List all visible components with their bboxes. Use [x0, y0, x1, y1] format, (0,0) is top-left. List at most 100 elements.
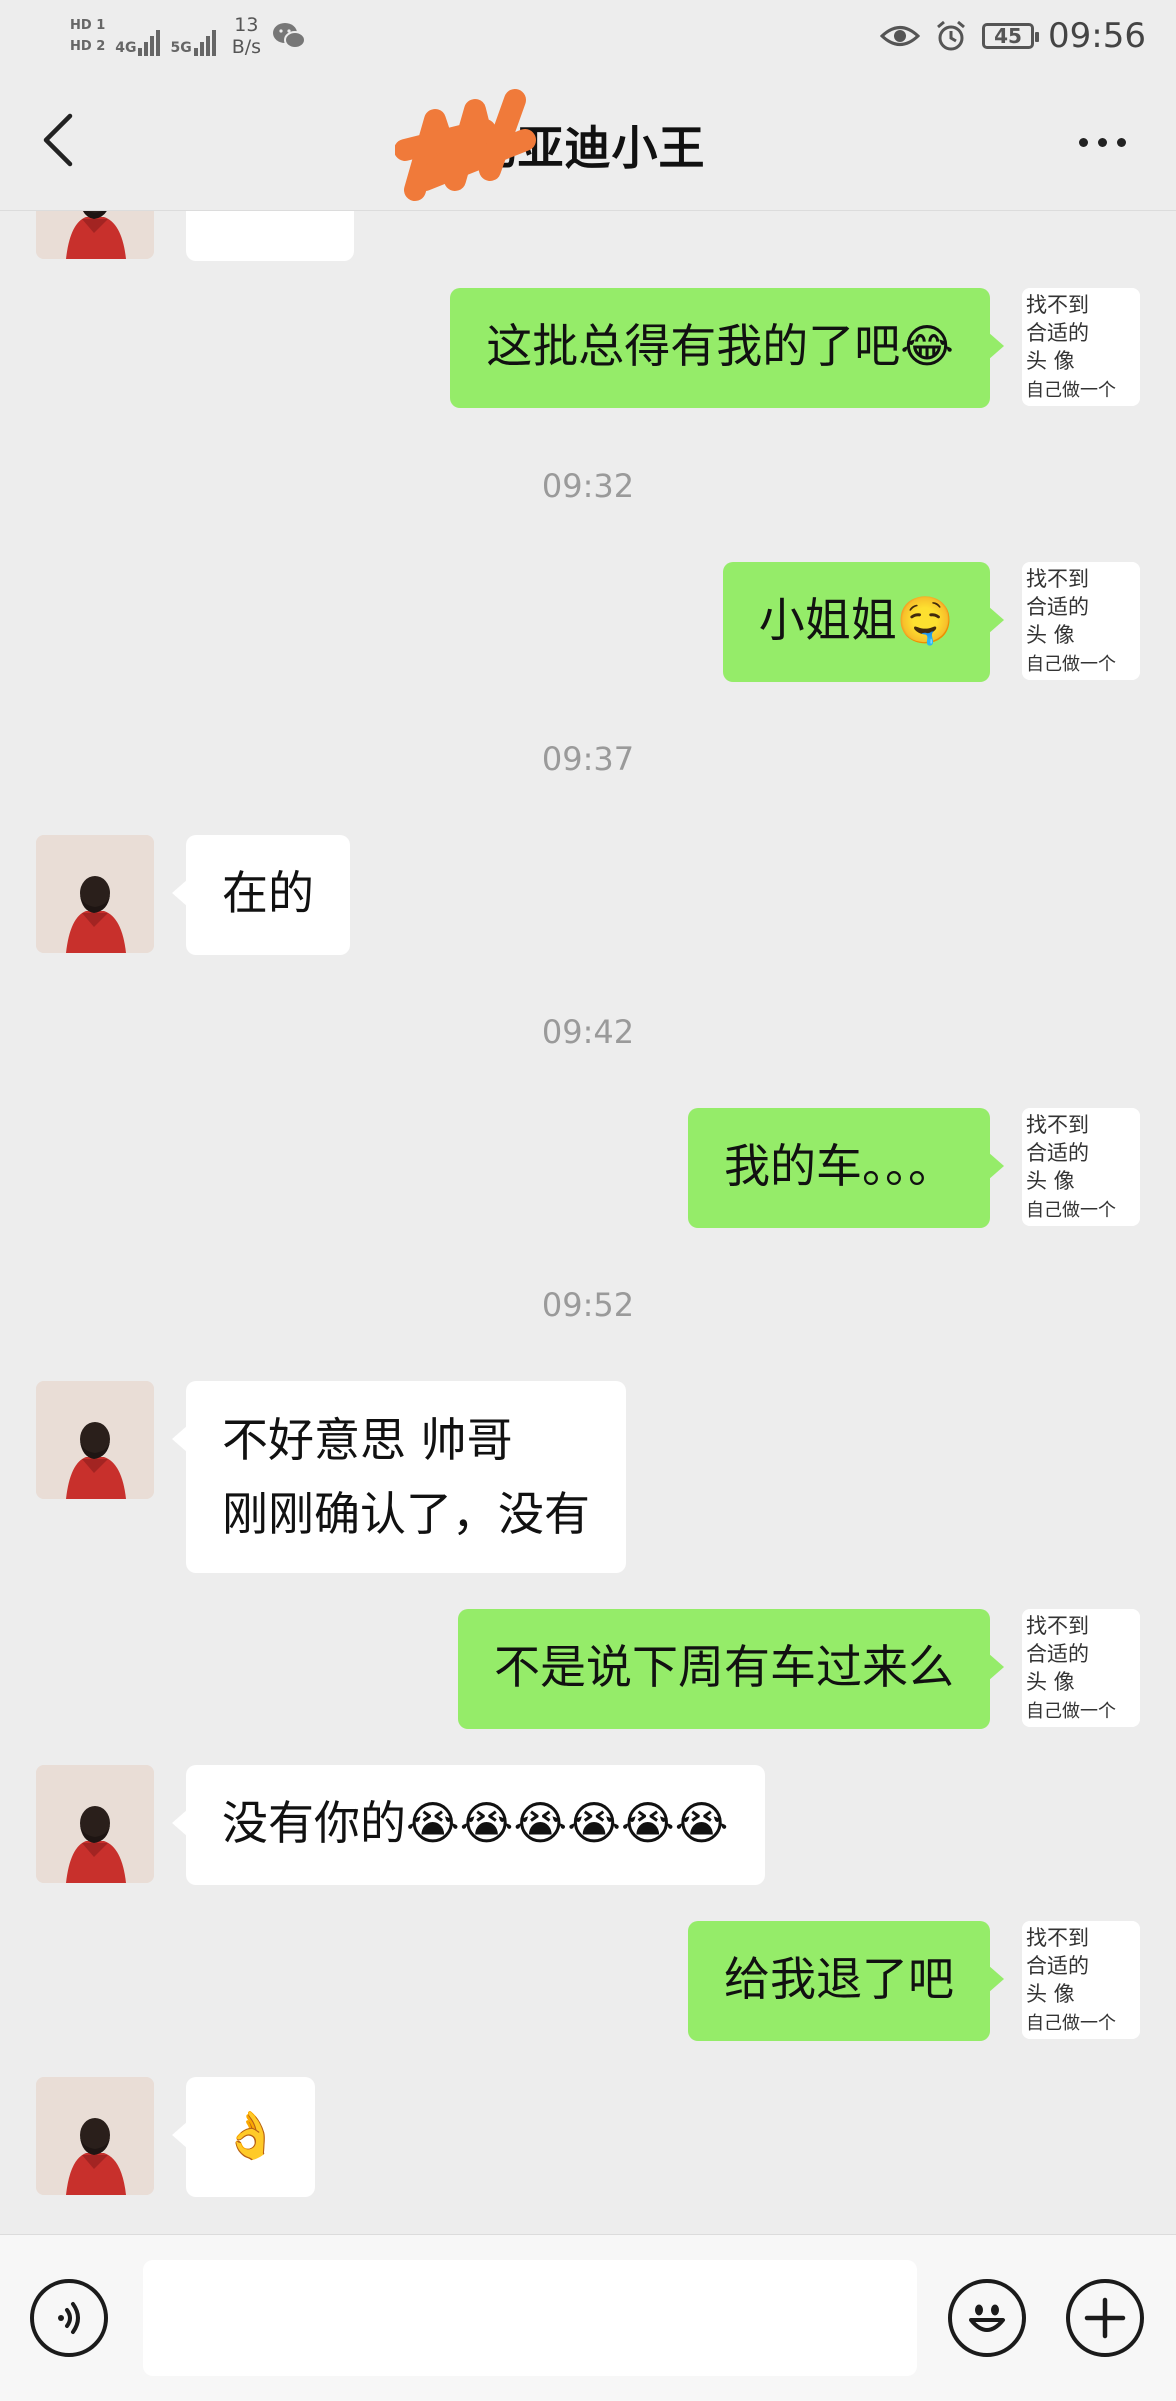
status-left: HD 1 HD 2 4G 5G 13 B/s	[70, 8, 307, 64]
message-text: 我的车。。。	[724, 1139, 954, 1193]
svg-text:合适的: 合适的	[1026, 595, 1089, 619]
contact-avatar[interactable]	[36, 835, 154, 953]
my-message-bubble[interactable]: 不是说下周有车过来么	[458, 1609, 1004, 1729]
voice-button[interactable]	[30, 2279, 108, 2357]
chat-header: 比亚迪小王	[0, 70, 1176, 211]
timestamp: 09:42	[541, 1013, 635, 1051]
contact-message-bubble[interactable]: 不好意思 帅哥 刚刚确认了，没有	[172, 1381, 626, 1573]
svg-text:合适的: 合适的	[1026, 321, 1089, 345]
battery-icon: 45	[982, 23, 1040, 49]
message-input[interactable]	[143, 2260, 917, 2376]
signal-bars-icon	[193, 30, 216, 56]
status-right: 45 09:56	[880, 12, 1146, 60]
sim1-badge: HD 1	[70, 18, 106, 33]
timestamp: 09:32	[541, 467, 635, 505]
contact-message-bubble[interactable]: 在的	[172, 835, 350, 955]
eye-icon	[880, 26, 921, 46]
contact-avatar[interactable]	[36, 211, 154, 259]
svg-text:找不到: 找不到	[1026, 567, 1089, 591]
signal-bars-icon	[138, 30, 161, 56]
network-2-label: 5G	[170, 40, 192, 56]
battery-level: 45	[994, 24, 1022, 48]
my-message-bubble[interactable]: 我的车。。。	[688, 1108, 1004, 1228]
net-speed: 13 B/s	[232, 14, 261, 58]
more-dot	[1116, 137, 1126, 147]
svg-text:合适的: 合适的	[1026, 1954, 1089, 1978]
handwritten-avatar-image: 找不到合适的头 像自己做一个	[1022, 1108, 1140, 1226]
input-bar	[0, 2234, 1176, 2401]
contact-avatar[interactable]	[36, 2077, 154, 2195]
svg-text:找不到: 找不到	[1026, 1926, 1089, 1950]
more-dots-icon	[1078, 137, 1088, 147]
more-options-button[interactable]	[1062, 120, 1142, 164]
more-functions-button[interactable]	[1066, 2279, 1144, 2357]
emoji-button[interactable]	[948, 2279, 1026, 2357]
contact-avatar[interactable]	[36, 1765, 154, 1883]
my-message-bubble[interactable]: 给我退了吧	[688, 1921, 1004, 2041]
message-text: 在的	[222, 866, 314, 920]
message-list[interactable]: 这批总得有我的了吧😂 找不到 合适的头 像自己做一个 09:32 小姐姐🤤 找不到…	[0, 211, 1176, 2233]
svg-text:找不到: 找不到	[1026, 1113, 1089, 1137]
signal-2: 5G	[170, 16, 216, 56]
svg-text:自己做一个: 自己做一个	[1026, 2013, 1116, 2034]
message-text-line: 不好意思 帅哥	[222, 1413, 513, 1467]
handwritten-avatar-image: 找不到合适的头 像自己做一个	[1022, 562, 1140, 680]
timestamp: 09:52	[541, 1286, 635, 1324]
handwritten-avatar-image: 找不到合适的头 像自己做一个	[1022, 1921, 1140, 2039]
message-text: 不是说下周有车过来么	[494, 1640, 954, 1694]
contact-message-bubble[interactable]: 没有你的😭😭😭😭😭😭	[172, 1765, 765, 1885]
plus-icon	[1084, 2297, 1126, 2339]
net-speed-unit: B/s	[231, 36, 262, 58]
svg-text:头 像: 头 像	[1026, 1670, 1075, 1694]
my-avatar[interactable]: 找不到合适的头 像自己做一个	[1022, 1108, 1140, 1226]
message-bubble-partial	[186, 211, 354, 261]
redaction-scribble	[395, 89, 536, 201]
my-avatar[interactable]: 找不到合适的头 像自己做一个	[1022, 1609, 1140, 1727]
my-avatar[interactable]: 找不到合适的头 像自己做一个	[1022, 1921, 1140, 2039]
svg-text:头 像: 头 像	[1026, 1982, 1075, 2006]
message-text: 这批总得有我的了吧😂	[486, 319, 954, 373]
svg-text:自己做一个: 自己做一个	[1026, 654, 1116, 675]
chat-title[interactable]: 比亚迪小王	[0, 112, 1176, 178]
voice-icon	[58, 2302, 80, 2334]
message-text: 给我退了吧	[724, 1952, 954, 2006]
network-1-label: 4G	[115, 40, 137, 56]
svg-text:自己做一个: 自己做一个	[1026, 1200, 1116, 1221]
my-avatar[interactable]: 找不到合适的头 像自己做一个	[1022, 562, 1140, 680]
svg-text:头 像: 头 像	[1026, 623, 1075, 647]
more-dot	[1097, 137, 1107, 147]
svg-text:合适的: 合适的	[1026, 1141, 1089, 1165]
status-time: 09:56	[1048, 16, 1146, 56]
my-avatar[interactable]: 找不到合适的头 像自己做一个	[1022, 288, 1140, 406]
emoji-icon	[969, 2304, 1005, 2332]
sim2-badge: HD 2	[70, 39, 106, 54]
message-text: 👌	[222, 2108, 280, 2162]
timestamp: 09:37	[541, 740, 635, 778]
status-bar: HD 1 HD 2 4G 5G 13 B/s 45 09:56	[0, 0, 1176, 70]
contact-avatar-image	[36, 1381, 154, 1499]
message-text: 没有你的😭😭😭😭😭😭	[222, 1796, 729, 1850]
message-text: 小姐姐🤤	[758, 593, 954, 647]
contact-avatar-image	[36, 1765, 154, 1883]
signal-1: 4G	[115, 16, 161, 56]
handwritten-avatar-image: 找不到合适的头 像自己做一个	[1022, 1609, 1140, 1727]
svg-text:头 像: 头 像	[1026, 349, 1075, 373]
contact-message-bubble[interactable]: 👌	[171, 2077, 316, 2197]
my-message-bubble[interactable]: 这批总得有我的了吧😂	[450, 288, 1004, 408]
contact-avatar-image	[36, 835, 154, 953]
svg-text:头 像: 头 像	[1026, 1169, 1075, 1193]
svg-text:合适的: 合适的	[1026, 1642, 1089, 1666]
svg-text:找不到: 找不到	[1026, 1614, 1089, 1638]
message-text-line: 刚刚确认了，没有	[222, 1487, 590, 1541]
contact-avatar[interactable]	[36, 1381, 154, 1499]
contact-avatar-image	[36, 2077, 154, 2195]
alarm-icon	[937, 20, 965, 51]
net-speed-value: 13	[234, 14, 259, 36]
handwritten-avatar-image: 找不到合适的头 像自己做一个	[1022, 288, 1140, 406]
my-message-bubble[interactable]: 小姐姐🤤	[722, 562, 1005, 682]
wechat-icon	[273, 23, 307, 49]
svg-text:自己做一个: 自己做一个	[1026, 1701, 1116, 1722]
svg-text:找不到: 找不到	[1026, 293, 1089, 317]
sim-indicators: HD 1 HD 2	[70, 18, 105, 54]
svg-text:自己做一个: 自己做一个	[1026, 380, 1116, 401]
